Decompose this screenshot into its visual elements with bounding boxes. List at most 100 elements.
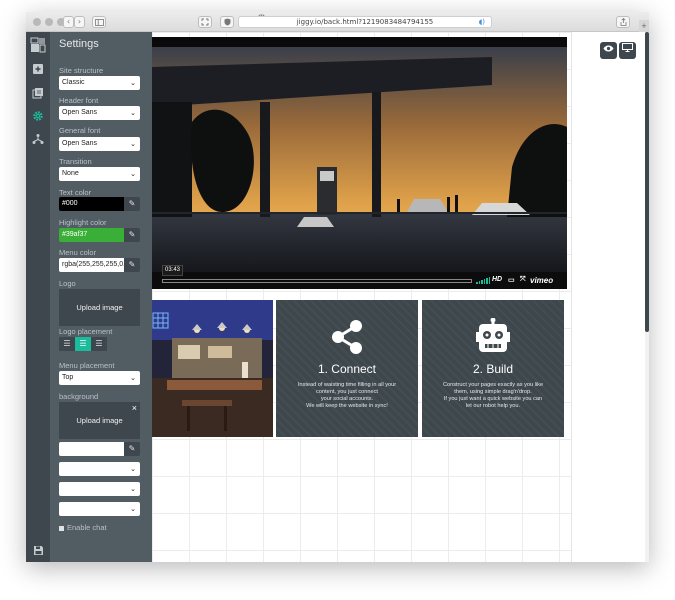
logo-upload-button[interactable]: Upload image	[59, 289, 140, 326]
tile-line: them, using simple drag'n'drop.	[454, 389, 532, 395]
enable-chat-row[interactable]: Enable chat	[59, 523, 107, 532]
tile-title: 2. Build	[472, 362, 514, 376]
share-icon	[332, 320, 362, 354]
logo-placement-group: ☰ ☰ ☰	[59, 337, 107, 351]
canvas-scrollbar[interactable]	[645, 32, 649, 562]
pages-icon[interactable]	[32, 87, 44, 99]
transition-value: None	[62, 170, 79, 177]
menu-placement-select[interactable]: Top ⌄	[59, 371, 140, 385]
extension-button[interactable]	[198, 16, 212, 28]
tile-description: Instead of waisting time filling in all …	[286, 382, 408, 410]
share-button[interactable]	[616, 16, 630, 28]
hd-button[interactable]: HD	[492, 276, 502, 283]
back-button[interactable]: ‹	[63, 16, 74, 28]
logo-placement-label: Logo placement	[59, 327, 113, 336]
align-right-button[interactable]: ☰	[91, 337, 107, 351]
address-bar[interactable]: jiggy.io/back.html?1219083484794155 ◖)	[238, 16, 492, 28]
background-color-input[interactable]	[59, 442, 124, 456]
background-upload-button[interactable]: Upload image ×	[59, 402, 140, 439]
fullscreen-icon[interactable]: ⤧	[520, 276, 526, 284]
restaurant-photo[interactable]	[152, 300, 273, 437]
chevron-down-icon: ⌄	[130, 170, 136, 178]
background-option-select-2[interactable]: ⌄	[59, 482, 140, 496]
chevron-down-icon: ⌄	[130, 374, 136, 382]
vimeo-logo[interactable]: vimeo	[530, 276, 553, 285]
forward-button[interactable]: ›	[74, 16, 85, 28]
eye-icon	[603, 45, 614, 52]
chevron-down-icon: ⌄	[130, 79, 136, 87]
menu-color-input[interactable]: rgba(255,255,255,0.5)	[59, 258, 124, 272]
tile-line: Construct your pages exactly as you like	[442, 382, 544, 388]
general-font-value: Open Sans	[62, 140, 98, 147]
video-frame-gas-station	[152, 47, 567, 272]
align-center-button[interactable]: ☰	[75, 337, 91, 351]
video-player[interactable]: 03:43 HD ▭ ⤧ vimeo	[152, 37, 567, 289]
feature-tile-connect[interactable]: 1. Connect Instead of waisting time fill…	[276, 300, 418, 437]
highlight-color-picker-button[interactable]: ✎	[124, 228, 140, 242]
restaurant-image	[152, 300, 273, 437]
desktop-icon	[622, 43, 633, 52]
header-font-select[interactable]: Open Sans ⌄	[59, 106, 140, 120]
site-structure-value: Classic	[62, 79, 85, 86]
close-window-button[interactable]	[33, 18, 41, 26]
transition-label: Transition	[59, 157, 92, 166]
eyedropper-icon: ✎	[128, 444, 136, 453]
video-progress-bar[interactable]	[162, 279, 472, 283]
save-icon[interactable]	[32, 545, 44, 557]
align-left-icon: ☰	[63, 339, 71, 348]
chevron-down-icon: ⌄	[130, 505, 136, 513]
desktop-view-button[interactable]	[619, 42, 636, 59]
new-tab-button[interactable]: +	[639, 20, 649, 32]
tile-line: We will keep the website in sync!	[306, 403, 388, 409]
minimize-window-button[interactable]	[45, 18, 53, 26]
preview-button[interactable]	[600, 42, 617, 59]
close-icon[interactable]: ×	[132, 403, 137, 413]
settings-gear-icon[interactable]	[32, 110, 44, 122]
background-option-select-3[interactable]: ⌄	[59, 502, 140, 516]
browser-window: ‹ › 0 jiggy.io/back.html?121908348479415…	[26, 12, 649, 562]
panel-title: Settings	[59, 38, 99, 50]
jiggy-logo-icon	[30, 37, 46, 53]
feature-tile-build[interactable]: 2. Build Construct your pages exactly as…	[422, 300, 564, 437]
privacy-button[interactable]	[220, 16, 234, 28]
menu-color-label: Menu color	[59, 248, 97, 257]
sitemap-icon[interactable]	[32, 133, 44, 145]
background-label: background	[59, 392, 99, 401]
chevron-down-icon: ⌄	[130, 485, 136, 493]
general-font-label: General font	[59, 126, 101, 135]
scrollbar-thumb[interactable]	[645, 32, 649, 332]
sidebar-toggle-button[interactable]	[92, 16, 106, 28]
volume-indicator[interactable]	[476, 277, 490, 284]
tile-description: Construct your pages exactly as you like…	[432, 382, 554, 410]
enable-chat-checkbox[interactable]	[59, 525, 64, 531]
chevron-down-icon: ⌄	[130, 465, 136, 473]
tile-line: let our robot help you.	[465, 403, 521, 409]
share-upload-icon	[620, 17, 626, 26]
text-color-input[interactable]: #000	[59, 197, 124, 211]
watch-later-icon[interactable]: ▭	[508, 276, 515, 284]
browser-titlebar: ‹ › 0 jiggy.io/back.html?121908348479415…	[26, 12, 649, 32]
header-font-label: Header font	[59, 96, 99, 105]
text-color-picker-button[interactable]: ✎	[124, 197, 140, 211]
add-block-icon[interactable]	[32, 63, 44, 75]
text-color-label: Text color	[59, 188, 92, 197]
sound-icon[interactable]: ◖)	[479, 17, 485, 27]
canvas-right-margin	[571, 32, 649, 562]
header-font-value: Open Sans	[62, 109, 98, 116]
sidebar-icon	[94, 18, 104, 26]
video-time: 03:43	[162, 265, 184, 276]
align-right-icon: ☰	[95, 339, 103, 348]
eyedropper-icon: ✎	[128, 260, 136, 269]
shield-icon	[224, 18, 230, 26]
site-structure-select[interactable]: Classic ⌄	[59, 76, 140, 90]
background-color-picker-button[interactable]: ✎	[124, 442, 140, 456]
background-option-select-1[interactable]: ⌄	[59, 462, 140, 476]
transition-select[interactable]: None ⌄	[59, 167, 140, 181]
highlight-color-label: Highlight color	[59, 218, 107, 227]
chevron-down-icon: ⌄	[130, 140, 136, 148]
menu-color-picker-button[interactable]: ✎	[124, 258, 140, 272]
align-center-icon: ☰	[79, 339, 87, 348]
highlight-color-input[interactable]: #39af37	[59, 228, 124, 242]
align-left-button[interactable]: ☰	[59, 337, 75, 351]
general-font-select[interactable]: Open Sans ⌄	[59, 137, 140, 151]
